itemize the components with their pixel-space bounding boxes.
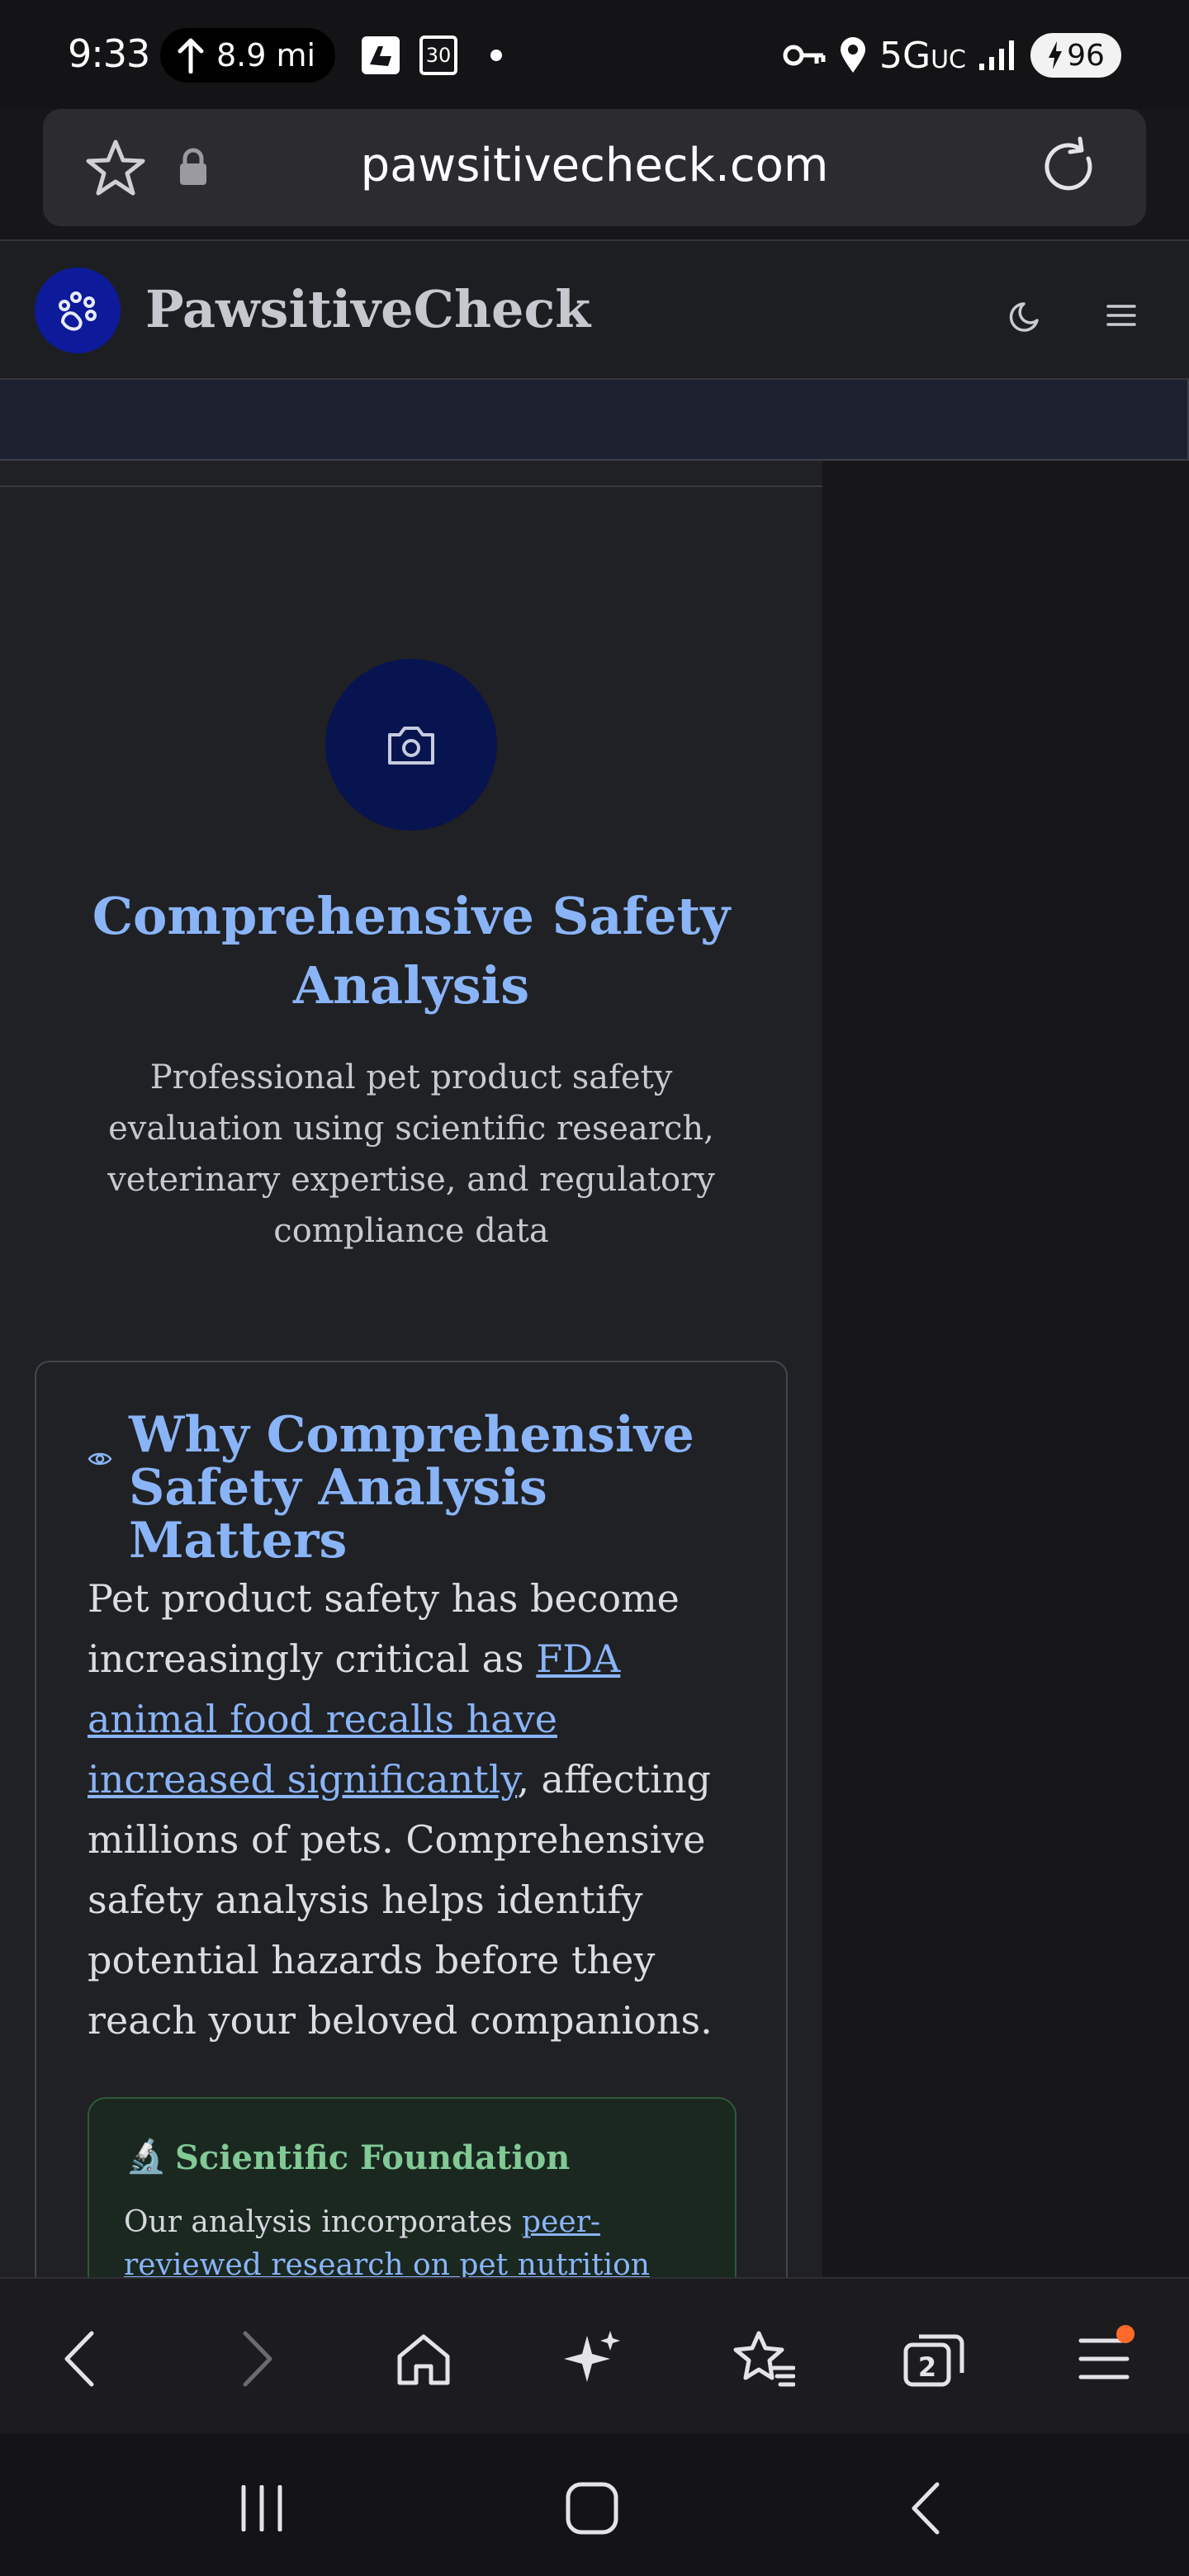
- site-header: PawsitiveCheck: [0, 239, 1189, 380]
- tab-count: 2: [918, 2351, 936, 2383]
- vpn-key-icon: [783, 45, 826, 66]
- menu-button[interactable]: [1097, 291, 1146, 340]
- sparkle-icon: [564, 2331, 620, 2382]
- battery-indicator: 96: [1030, 33, 1121, 78]
- location-icon: [841, 37, 865, 73]
- browser-url-bar[interactable]: pawsitivecheck.com: [43, 109, 1146, 226]
- tabs-icon: 2: [903, 2334, 964, 2387]
- section-divider: [0, 485, 822, 487]
- dark-mode-toggle[interactable]: [1002, 291, 1052, 340]
- moon-icon: [1009, 302, 1039, 332]
- star-list-icon: [733, 2331, 795, 2387]
- home-system-button[interactable]: [555, 2475, 629, 2541]
- browser-toolbar: 2: [0, 2277, 1189, 2434]
- scientific-foundation-body: Our analysis incorporates peer-reviewed …: [124, 2201, 702, 2287]
- recent-apps-icon: [241, 2485, 282, 2531]
- url-text[interactable]: pawsitivecheck.com: [43, 139, 1146, 192]
- right-empty-column: [822, 461, 1189, 2277]
- back-system-button[interactable]: [888, 2475, 963, 2541]
- forward-button[interactable]: [220, 2322, 294, 2396]
- main-content: Comprehensive Safety Analysis Profession…: [0, 461, 822, 2351]
- hero-icon-circle: [325, 659, 497, 831]
- home-icon: [397, 2334, 450, 2385]
- charging-icon: [1049, 41, 1063, 69]
- nav-distance: 8.9 mi: [216, 37, 316, 73]
- status-time: 9:33: [68, 31, 150, 76]
- status-bar: 9:33 8.9 mi 30 5GUC 96: [0, 0, 1189, 109]
- battery-level: 96: [1067, 38, 1105, 73]
- notification-icons: 30: [360, 35, 502, 76]
- browser-menu-button[interactable]: [1067, 2322, 1141, 2396]
- back-chevron-icon: [912, 2482, 940, 2535]
- chevron-left-icon: [64, 2331, 94, 2387]
- camera-icon: [388, 727, 434, 765]
- chevron-right-icon: [243, 2331, 272, 2387]
- home-square-icon: [566, 2482, 618, 2535]
- tabs-button[interactable]: 2: [897, 2322, 971, 2396]
- site-name[interactable]: PawsitiveCheck: [145, 279, 590, 339]
- card-title: Why Comprehensive Safety Analysis Matter…: [129, 1406, 694, 1570]
- calendar-day: 30: [425, 44, 452, 67]
- reload-icon[interactable]: [1037, 134, 1103, 200]
- calendar-icon: 30: [419, 36, 457, 75]
- analysis-info-card: Why Comprehensive Safety Analysis Matter…: [35, 1361, 788, 2351]
- paw-logo-icon[interactable]: [35, 268, 121, 353]
- network-label: 5GUC: [879, 34, 966, 77]
- header-sub-band: [0, 380, 1189, 461]
- home-button[interactable]: [386, 2322, 461, 2396]
- recent-apps-button[interactable]: [225, 2475, 299, 2541]
- thumbs-icon: [362, 36, 400, 74]
- system-icons: 5GUC 96: [782, 33, 1121, 78]
- system-navigation-bar: [0, 2434, 1189, 2576]
- card-body: Pet product safety has become increasing…: [88, 1569, 748, 2051]
- hero-subtitle: Professional pet product safety evaluati…: [107, 1058, 715, 1250]
- hero-title: Comprehensive Safety Analysis: [92, 886, 731, 1016]
- ai-sparkle-button[interactable]: [557, 2322, 631, 2396]
- eye-icon: [88, 1452, 112, 1466]
- navigation-pill[interactable]: 8.9 mi: [160, 28, 336, 83]
- arrow-up-icon: [178, 38, 204, 73]
- sci-body-text: Our analysis incorporates: [124, 2205, 523, 2239]
- notification-dot: [1116, 2325, 1135, 2343]
- scientific-foundation-title: Scientific Foundation: [175, 2138, 571, 2177]
- microscope-icon: 🔬: [126, 2138, 167, 2176]
- hamburger-icon: [1106, 305, 1136, 326]
- more-notifications-dot: [490, 50, 502, 61]
- bookmarks-button[interactable]: [727, 2322, 801, 2396]
- signal-icon: [979, 40, 1014, 70]
- back-button[interactable]: [43, 2322, 117, 2396]
